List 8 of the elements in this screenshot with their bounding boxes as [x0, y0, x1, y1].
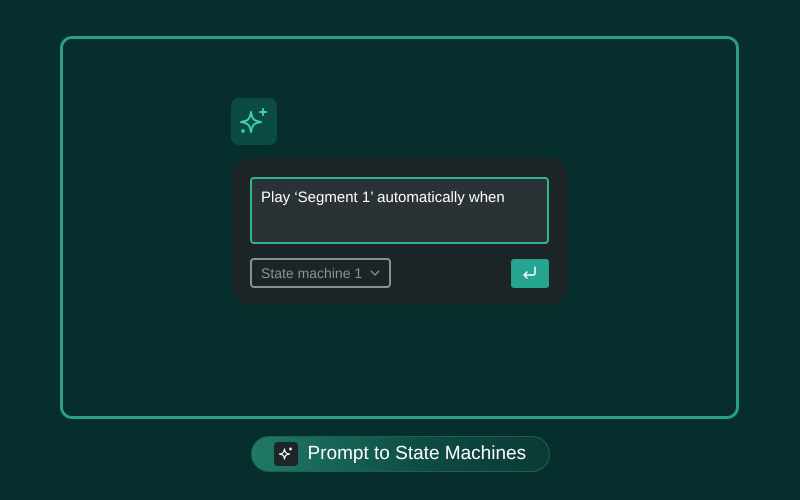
sparkle-icon — [274, 442, 298, 466]
submit-button[interactable] — [511, 258, 549, 288]
enter-icon — [522, 266, 538, 280]
prompt-input[interactable]: Play ‘Segment 1’ automatically when — [250, 177, 549, 244]
sparkle-icon — [231, 98, 277, 145]
banner-label: Prompt to State Machines — [308, 442, 526, 466]
state-machine-dropdown[interactable]: State machine 1 — [250, 258, 392, 288]
chevron-down-icon — [370, 270, 380, 276]
